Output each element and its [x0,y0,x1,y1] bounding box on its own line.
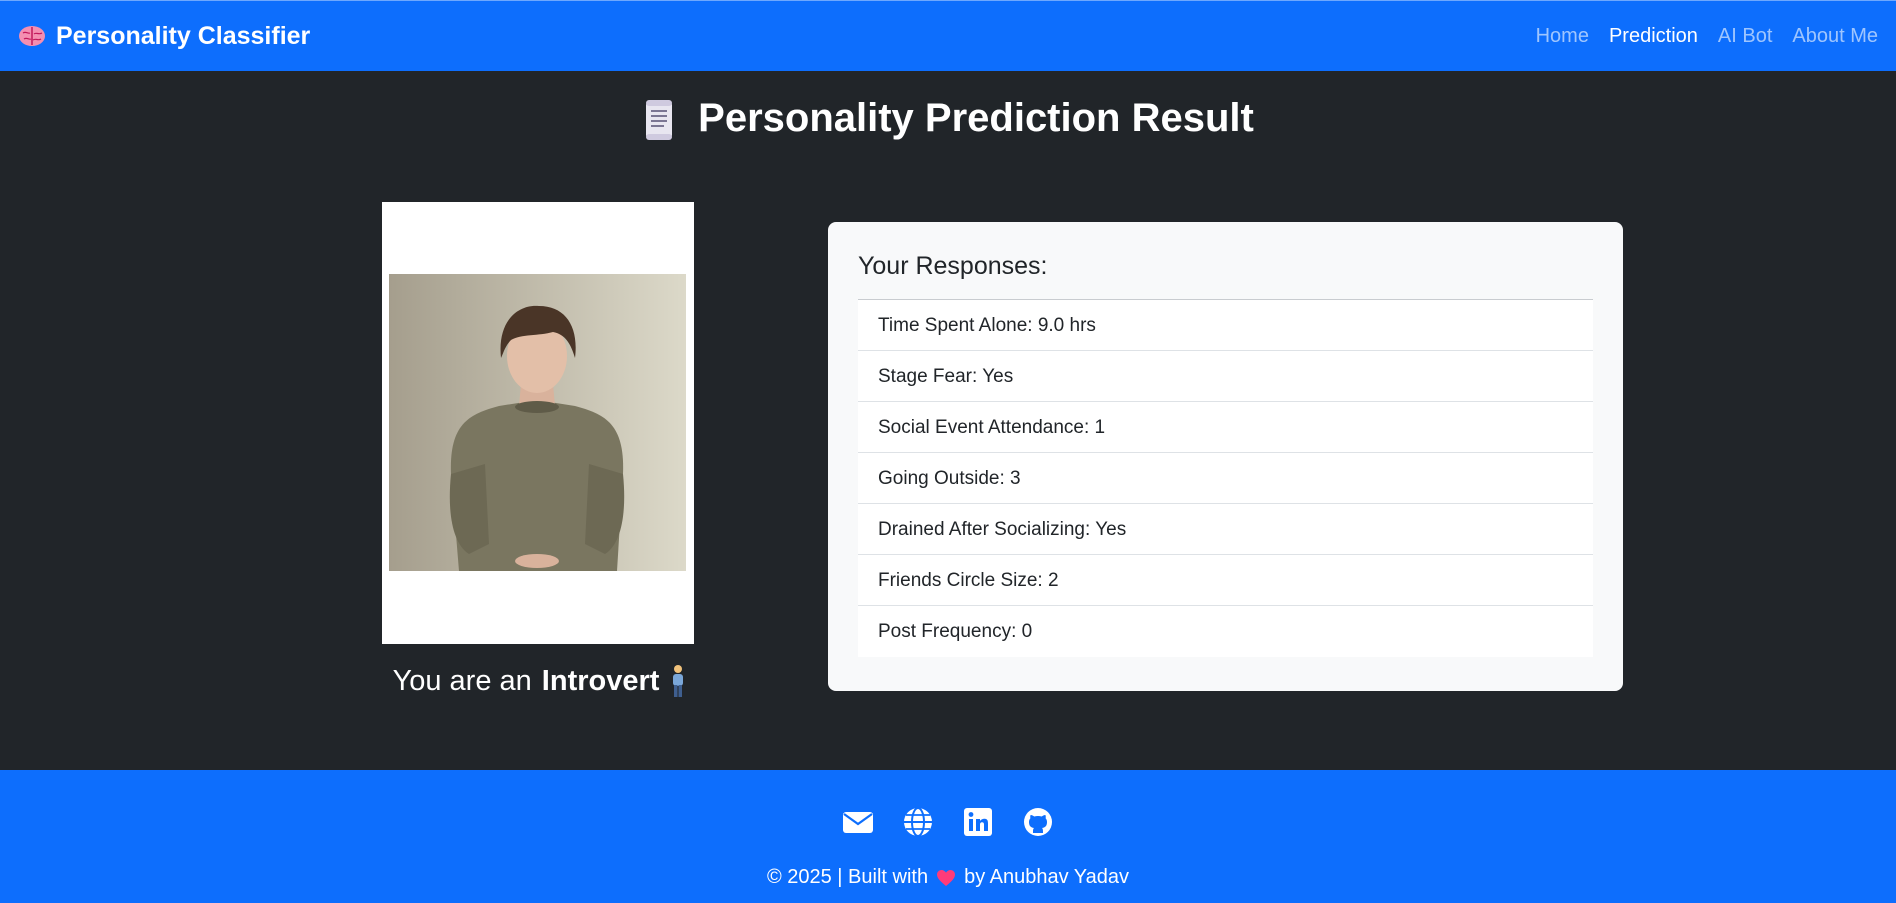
responses-heading: Your Responses: [858,252,1593,300]
footer-text-before: © 2025 | Built with [766,866,929,888]
footer-icons [0,806,1896,838]
brain-icon [18,25,46,47]
result-type: Introvert [541,664,660,697]
standing-person-icon [669,664,687,698]
page-title-text: Personality Prediction Result [698,96,1254,140]
list-item: Going Outside: 3 [858,453,1593,504]
result-text: You are an Introvert [340,664,740,698]
heart-icon [936,869,956,887]
page-title: Personality Prediction Result [0,96,1896,141]
list-item: Friends Circle Size: 2 [858,555,1593,606]
nav-ai-bot[interactable]: AI Bot [1718,25,1772,48]
result-prefix: You are an [392,664,532,697]
list-item: Stage Fear: Yes [858,351,1593,402]
nav-about-me[interactable]: About Me [1792,25,1878,48]
globe-icon[interactable] [902,806,934,838]
responses-card: Your Responses: Time Spent Alone: 9.0 hr… [828,222,1623,691]
footer: © 2025 | Built with by Anubhav Yadav [0,770,1896,903]
navbar: Personality Classifier Home Prediction A… [0,0,1896,71]
footer-text-after: by Anubhav Yadav [964,866,1130,888]
github-icon[interactable] [1022,806,1054,838]
introvert-person-photo [389,274,686,571]
list-item: Time Spent Alone: 9.0 hrs [858,300,1593,351]
footer-text: © 2025 | Built with by Anubhav Yadav [0,866,1896,889]
nav-links: Home Prediction AI Bot About Me [1536,25,1878,48]
brand[interactable]: Personality Classifier [18,22,310,51]
result-image-card [382,202,694,644]
responses-list: Time Spent Alone: 9.0 hrs Stage Fear: Ye… [858,300,1593,657]
nav-prediction[interactable]: Prediction [1609,25,1698,48]
scroll-icon [642,98,676,140]
list-item: Social Event Attendance: 1 [858,402,1593,453]
envelope-icon[interactable] [842,806,874,838]
linkedin-icon[interactable] [962,806,994,838]
nav-home[interactable]: Home [1536,25,1589,48]
list-item: Drained After Socializing: Yes [858,504,1593,555]
list-item: Post Frequency: 0 [878,621,1033,642]
brand-label: Personality Classifier [56,21,311,50]
